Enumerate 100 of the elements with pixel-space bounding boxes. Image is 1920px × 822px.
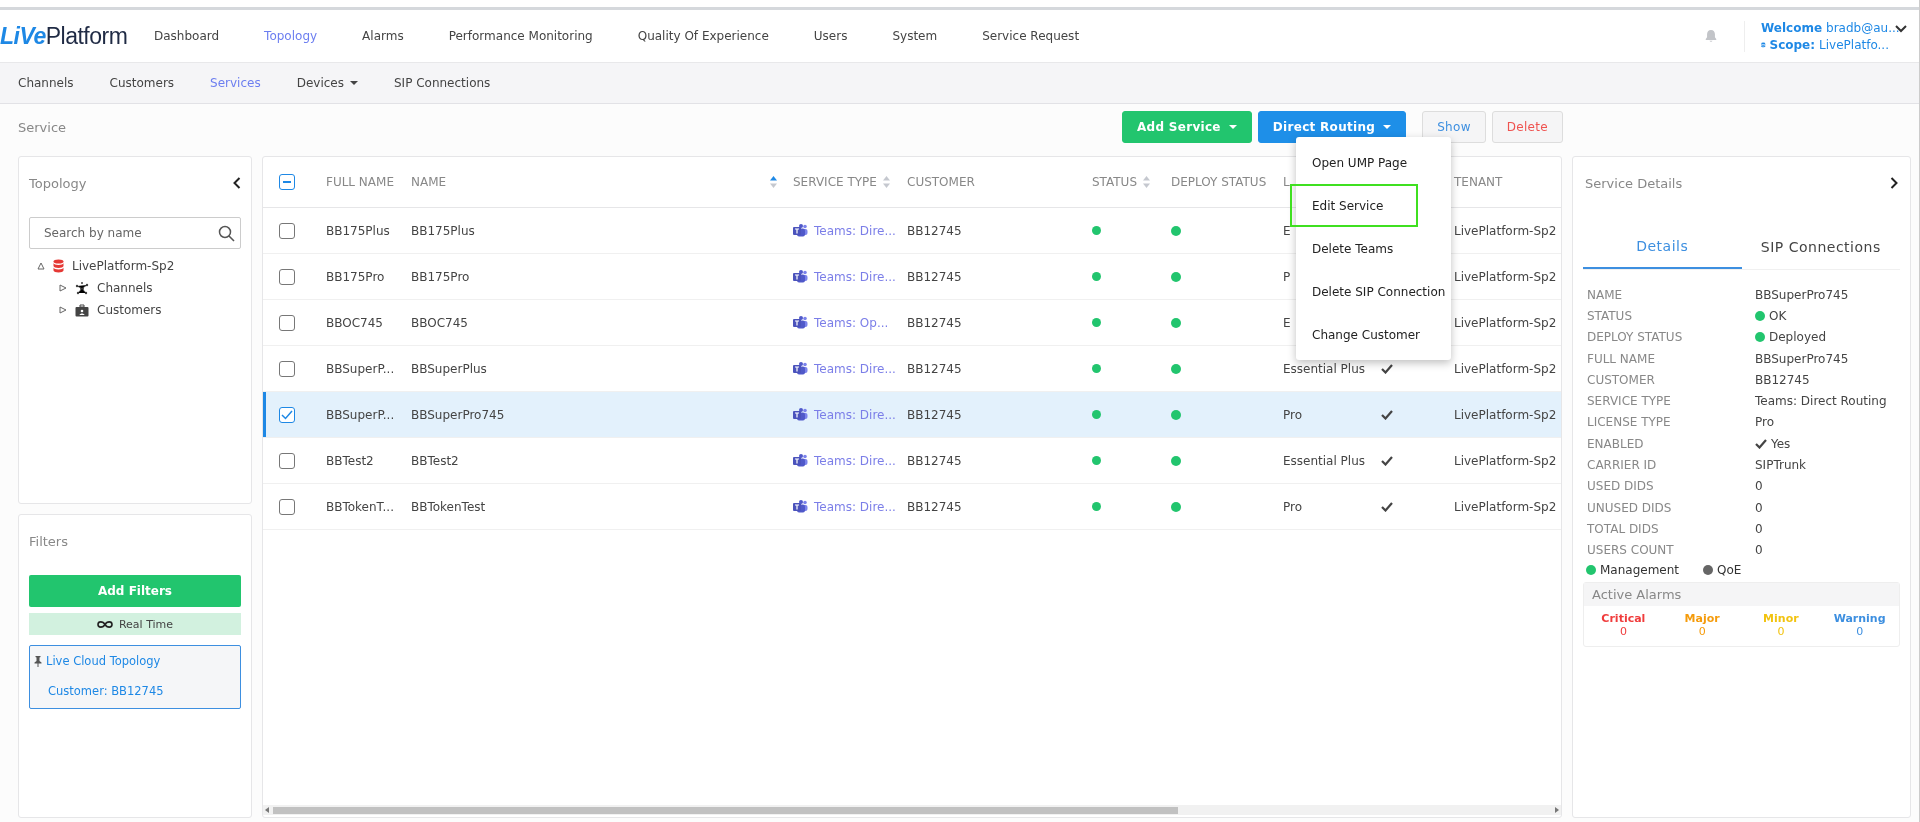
action-button[interactable]: Show (1422, 111, 1486, 143)
tab[interactable]: SIP Connections (1741, 225, 1900, 269)
alarm-count: 0 (1698, 624, 1706, 638)
field-value: 0 (1755, 543, 1763, 558)
chevron-right-icon[interactable] (1890, 177, 1898, 189)
horizontal-scrollbar[interactable] (263, 805, 1561, 815)
row-checkbox[interactable] (279, 360, 295, 377)
service-type-link[interactable]: Teams: Dire... (814, 361, 896, 376)
legend-label: Management (1600, 562, 1680, 577)
alarms-title: Active Alarms (1584, 582, 1899, 606)
subnav-link[interactable]: Channels (18, 76, 74, 90)
table-cell: BBTokenT... (326, 499, 394, 514)
table-cell: BB12745 (907, 407, 962, 422)
menu-item[interactable]: Open UMP Page (1296, 141, 1451, 184)
nav-link[interactable]: Service Request (970, 29, 1093, 43)
selected-row[interactable]: BBSuperP... BBSuperPro745 Teams: Dire... BB12745 Pro LivePlatform-Sp2 (263, 392, 1561, 438)
row-checkbox[interactable] (279, 268, 295, 285)
table-cell: Pro (1283, 407, 1303, 422)
expand-triangle-icon[interactable] (59, 306, 67, 314)
teams-icon (793, 316, 808, 329)
nav-link[interactable]: System (880, 29, 951, 43)
table-cell: BBSuperP... (326, 407, 395, 422)
row-checkbox[interactable] (279, 314, 295, 331)
table-cell: BBSuperPlus (411, 361, 487, 376)
column-header[interactable]: NAME (401, 175, 783, 189)
row-checkbox[interactable] (279, 222, 295, 239)
field-value: Teams: Direct Routing (1755, 394, 1887, 409)
expand-triangle-icon[interactable] (37, 262, 45, 270)
row-checkbox[interactable] (279, 452, 295, 469)
panel-title: Topology (29, 175, 87, 191)
service-type-link[interactable]: Teams: Dire... (814, 453, 896, 468)
field-label: SERVICE TYPE (1587, 394, 1672, 409)
nav-link[interactable]: Quality Of Experience (625, 29, 782, 43)
field-label: USERS COUNT (1587, 543, 1675, 558)
teams-icon (793, 500, 808, 513)
service-type-link[interactable]: Teams: Dire... (814, 223, 896, 238)
column-header[interactable]: DEPLOY STATUS (1161, 175, 1273, 189)
subnav-link[interactable]: Services (210, 76, 261, 90)
field-label: ENABLED (1587, 436, 1645, 451)
column-header[interactable]: CUSTOMER (897, 175, 1082, 189)
briefcase-icon (75, 303, 89, 317)
column-header[interactable]: SERVICE TYPE (783, 175, 897, 189)
service-type-link[interactable]: Teams: Dire... (814, 499, 896, 514)
menu-item[interactable]: Change Customer (1296, 313, 1451, 356)
pin-icon (34, 655, 42, 667)
nav-link[interactable]: Alarms (350, 29, 417, 43)
teams-icon (793, 454, 808, 467)
filter-title[interactable]: Live Cloud Topology (46, 654, 161, 668)
page-title: Service (18, 119, 68, 135)
alarm-count: 0 (1856, 624, 1864, 638)
expand-triangle-icon[interactable] (59, 284, 67, 292)
column-header[interactable]: STATUS (1082, 175, 1161, 189)
nav-link[interactable]: Dashboard (142, 29, 233, 43)
menu-item[interactable]: Edit Service (1290, 184, 1418, 227)
infinity-icon (96, 619, 113, 629)
field-label: CARRIER ID (1587, 458, 1658, 472)
chevron-left-icon[interactable] (233, 177, 241, 189)
subnav-link[interactable]: SIP Connections (394, 76, 491, 90)
subnav-link[interactable]: Customers (109, 76, 175, 90)
nav-link[interactable]: Performance Monitoring (436, 29, 606, 43)
alarm-label: Critical (1601, 611, 1646, 625)
row-checkbox[interactable] (279, 406, 295, 423)
nav-link[interactable]: Topology (252, 29, 331, 43)
scope-value: LivePlatfo... (1819, 37, 1889, 52)
add-filters-button[interactable]: Add Filters (29, 575, 241, 607)
sort-icon[interactable] (770, 176, 777, 188)
tab[interactable]: Details (1583, 225, 1742, 269)
table-cell: BBSuperPro745 (411, 407, 505, 422)
column-header[interactable]: FULL NAME (316, 175, 401, 189)
menu-item[interactable]: Delete SIP Connection (1296, 270, 1451, 313)
service-type-link[interactable]: Teams: Dire... (814, 407, 896, 422)
row-checkbox[interactable] (279, 498, 295, 515)
table-cell: E (1283, 223, 1291, 238)
subnav-link[interactable]: Devices (296, 76, 358, 90)
table-cell: BB12745 (907, 453, 962, 468)
table-cell: LivePlatform-Sp2 (1454, 499, 1557, 514)
service-type-link[interactable]: Teams: Dire... (814, 269, 896, 284)
alarm-count: 0 (1777, 624, 1785, 638)
service-type-link[interactable]: Teams: Op... (814, 315, 889, 330)
menu-item[interactable]: Delete Teams (1296, 227, 1451, 270)
action-button[interactable]: Delete (1491, 111, 1563, 143)
teams-icon (793, 408, 808, 421)
tree-item[interactable]: Customers (97, 303, 162, 317)
real-time-toggle[interactable]: Real Time (29, 613, 241, 635)
action-button[interactable]: Add Service (1121, 111, 1252, 143)
nav-link[interactable]: Users (801, 29, 861, 43)
filter-value: Customer: BB12745 (47, 684, 165, 698)
search-icon[interactable] (218, 225, 235, 242)
search-field[interactable]: Search by name (29, 217, 241, 249)
check-icon (1755, 438, 1767, 449)
tree-item[interactable]: LivePlatform-Sp2 (72, 259, 175, 273)
alarm-label: Warning (1833, 611, 1886, 625)
scope-label: Scope: (1769, 37, 1816, 52)
field-value: Yes (1771, 436, 1791, 451)
table-cell: BBSuperP... (326, 361, 395, 376)
table-cell: P (1283, 269, 1291, 284)
alarm-label: Major (1684, 611, 1720, 625)
select-all-checkbox[interactable] (279, 174, 295, 190)
tree-item[interactable]: Channels (97, 281, 153, 295)
table-cell: LivePlatform-Sp2 (1454, 223, 1557, 238)
